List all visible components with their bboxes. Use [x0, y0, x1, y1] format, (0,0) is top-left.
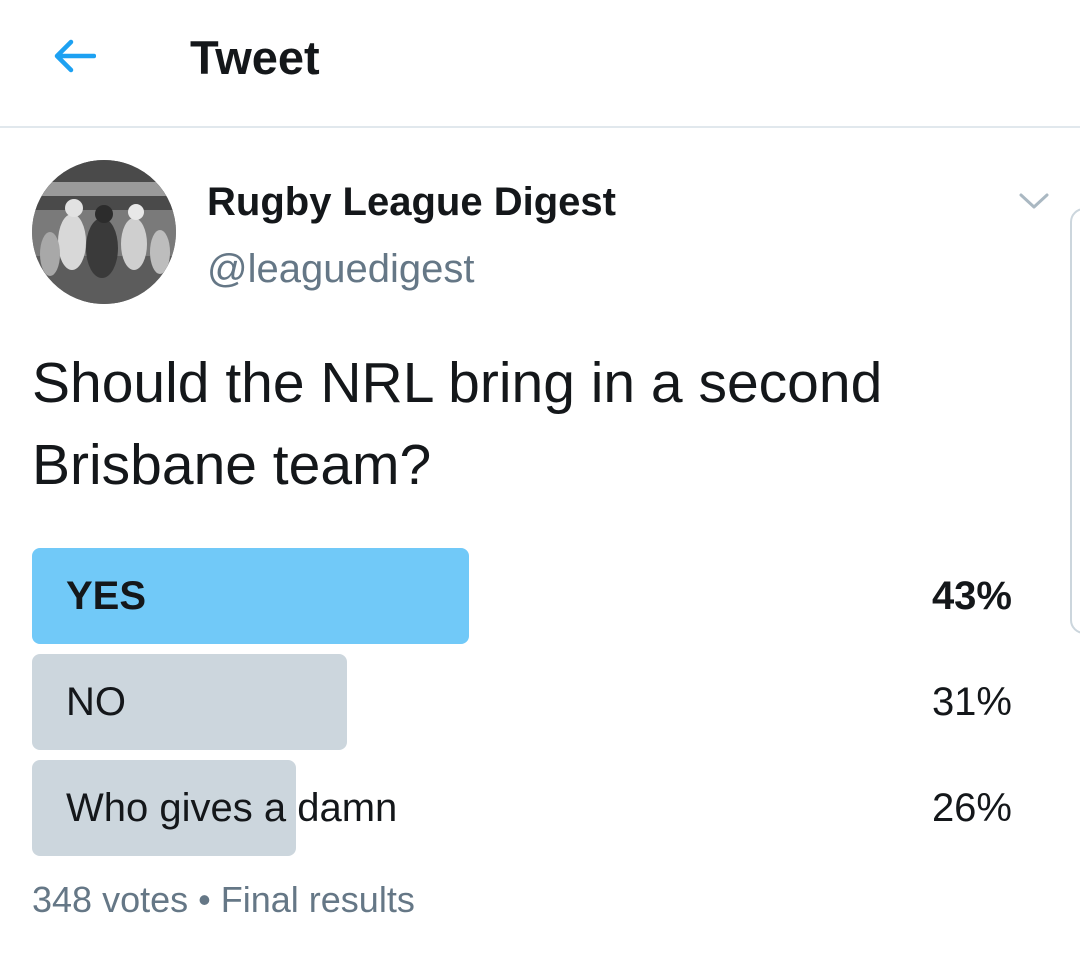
poll-option-percent: 31% — [931, 679, 1012, 724]
author-name[interactable]: Rugby League Digest — [207, 178, 616, 226]
avatar-photo — [32, 160, 176, 304]
author-handle[interactable]: @leaguedigest — [207, 245, 474, 293]
arrow-left-icon — [54, 39, 96, 73]
avatar[interactable] — [32, 160, 176, 304]
poll-option-label: Who gives a damn — [66, 785, 398, 830]
page-title: Tweet — [190, 31, 320, 84]
back-button[interactable] — [44, 28, 104, 84]
poll-option-label: NO — [66, 679, 126, 724]
top-app-bar: Tweet — [0, 0, 1080, 128]
vote-count: 348 votes — [32, 879, 189, 920]
poll-option-percent: 26% — [931, 785, 1012, 830]
poll-option-label: YES — [66, 573, 147, 618]
poll-status: Final results — [220, 879, 415, 920]
poll-option-yes[interactable]: YES 43% — [32, 548, 1012, 644]
poll: YES 43% NO 31% Who gives a damn 26% — [32, 548, 1012, 866]
tweet-text: Should the NRL bring in a second Brisban… — [32, 351, 883, 497]
edge-card-outline — [1070, 208, 1080, 634]
poll-option-percent: 43% — [931, 573, 1012, 618]
tweet-detail-screen: Tweet Rugby League Digest @leaguedigest … — [0, 0, 1080, 957]
separator-dot: • — [198, 879, 211, 920]
tweet-menu-button[interactable] — [1014, 183, 1054, 219]
poll-meta: 348 votes • Final results — [32, 876, 415, 924]
poll-option-who-gives-a-damn[interactable]: Who gives a damn 26% — [32, 760, 1012, 856]
poll-option-no[interactable]: NO 31% — [32, 654, 1012, 750]
chevron-down-icon — [1019, 193, 1049, 209]
